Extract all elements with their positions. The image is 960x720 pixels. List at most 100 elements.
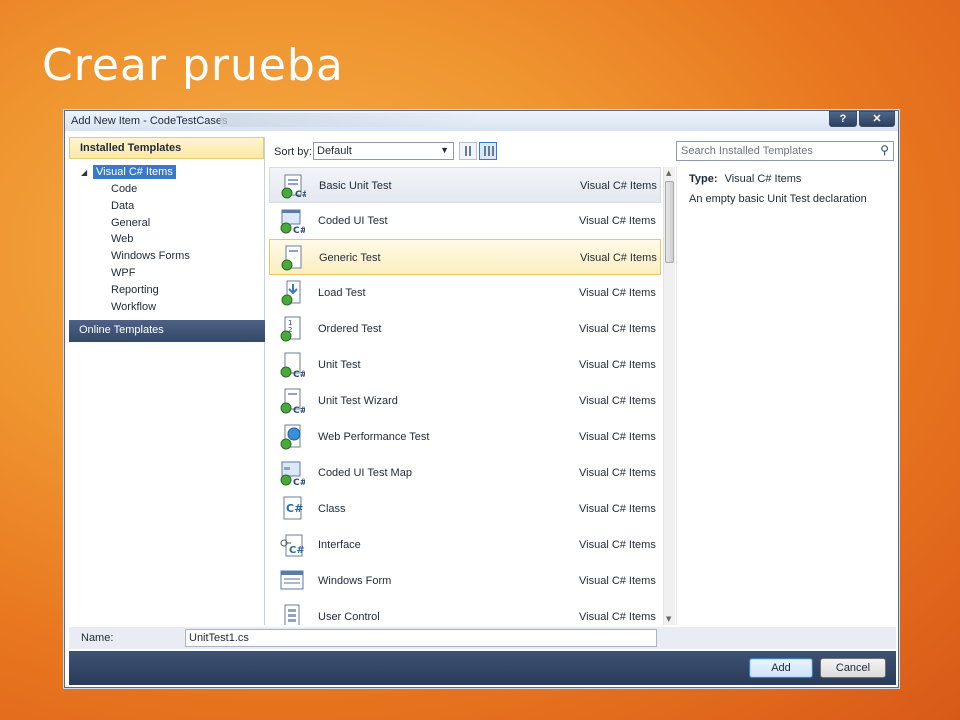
- search-icon[interactable]: ⚲: [880, 143, 889, 157]
- help-button[interactable]: ?: [829, 111, 857, 127]
- type-value: Visual C# Items: [724, 173, 802, 185]
- generic-test-icon: [280, 244, 306, 272]
- svg-text:C#: C#: [293, 478, 305, 487]
- sort-by-label: Sort by:: [274, 146, 312, 158]
- template-category: Visual C# Items: [580, 252, 657, 264]
- template-name: Interface: [318, 539, 361, 551]
- tree-item-data[interactable]: Data: [69, 198, 264, 215]
- close-button[interactable]: ✕: [859, 111, 895, 127]
- template-name: Windows Form: [318, 575, 392, 587]
- svg-text:C#: C#: [289, 545, 305, 556]
- template-name: Load Test: [318, 287, 366, 299]
- form-icon: [279, 567, 305, 595]
- add-button[interactable]: Add: [749, 658, 813, 678]
- template-list-scrollbar[interactable]: ▲ ▼: [663, 167, 675, 625]
- online-templates-header[interactable]: Online Templates: [69, 320, 265, 342]
- category-tree: ◢ Visual C# Items Code Data General Web …: [69, 159, 264, 315]
- template-name: Web Performance Test: [318, 431, 430, 443]
- tree-item-general[interactable]: General: [69, 215, 264, 232]
- template-category: Visual C# Items: [579, 431, 656, 443]
- template-item[interactable]: C# Coded UI Test Visual C# Items: [269, 203, 661, 239]
- tree-root-label[interactable]: Visual C# Items: [93, 165, 176, 179]
- svg-text:C#: C#: [293, 226, 305, 235]
- svg-text:C#: C#: [293, 406, 305, 415]
- template-item[interactable]: C# Coded UI Test Map Visual C# Items: [269, 455, 661, 491]
- template-description: An empty basic Unit Test declaration: [689, 193, 867, 205]
- dropdown-caret-icon: ▼: [440, 145, 449, 155]
- collapse-arrow-icon[interactable]: ◢: [81, 168, 87, 177]
- load-test-icon: [279, 279, 305, 307]
- template-category: Visual C# Items: [579, 575, 656, 587]
- dialog-footer: Add Cancel: [69, 651, 896, 685]
- template-name: Unit Test: [318, 359, 361, 371]
- ui-map-icon: C#: [279, 459, 307, 488]
- installed-templates-header[interactable]: Installed Templates: [69, 137, 264, 159]
- scroll-down-icon[interactable]: ▼: [666, 615, 671, 623]
- unit-test-icon: C#: [279, 351, 307, 380]
- template-list: C# Basic Unit Test Visual C# Items C# Coded …: [269, 167, 661, 625]
- tree-item-web[interactable]: Web: [69, 231, 264, 248]
- template-name: Class: [318, 503, 346, 515]
- web-test-icon: [279, 423, 305, 451]
- scroll-up-icon[interactable]: ▲: [666, 169, 671, 177]
- sort-by-value: Default: [317, 145, 352, 157]
- template-name: Coded UI Test Map: [318, 467, 412, 479]
- details-view-button[interactable]: [479, 142, 497, 160]
- template-item[interactable]: Load Test Visual C# Items: [269, 275, 661, 311]
- template-name: Unit Test Wizard: [318, 395, 398, 407]
- dialog-titlebar: Add New Item - CodeTestCases ? ✕: [65, 111, 898, 131]
- svg-text:C#: C#: [293, 370, 305, 379]
- class-icon: C#: [279, 495, 305, 523]
- test-icon: C#: [280, 172, 309, 200]
- dialog-title: Add New Item - CodeTestCases: [71, 115, 228, 127]
- template-item[interactable]: C# Class Visual C# Items: [269, 491, 661, 527]
- template-item[interactable]: Web Performance Test Visual C# Items: [269, 419, 661, 455]
- template-categories-pane: Installed Templates ◢ Visual C# Items Co…: [69, 137, 265, 625]
- cancel-button[interactable]: Cancel: [820, 658, 886, 678]
- coded-ui-icon: C#: [279, 207, 307, 236]
- template-category: Visual C# Items: [579, 323, 656, 335]
- template-item[interactable]: 1 2 Ordered Test Visual C# Items: [269, 311, 661, 347]
- tree-item-wpf[interactable]: WPF: [69, 265, 264, 282]
- user-control-icon: [279, 603, 305, 625]
- template-name: Ordered Test: [318, 323, 382, 335]
- slide-title: Crear prueba: [42, 40, 344, 91]
- type-label: Type:: [689, 173, 718, 185]
- template-category: Visual C# Items: [579, 539, 656, 551]
- template-category: Visual C# Items: [579, 611, 656, 623]
- name-label: Name:: [81, 632, 114, 644]
- sort-by-select[interactable]: Default ▼: [313, 142, 454, 160]
- name-input[interactable]: UnitTest1.cs: [185, 629, 657, 647]
- template-category: Visual C# Items: [579, 467, 656, 479]
- tree-item-workflow[interactable]: Workflow: [69, 299, 264, 316]
- wizard-icon: C#: [279, 387, 307, 416]
- add-new-item-dialog: Add New Item - CodeTestCases ? ✕ Install…: [64, 110, 899, 688]
- template-item[interactable]: Generic Test Visual C# Items: [269, 239, 661, 275]
- template-type: Type: Visual C# Items: [689, 173, 801, 185]
- ordered-test-icon: 12: [279, 315, 305, 343]
- tree-root-visual-csharp[interactable]: ◢ Visual C# Items: [69, 165, 264, 181]
- titlebar-background-ghost: [220, 113, 480, 127]
- search-placeholder: Search Installed Templates: [681, 145, 813, 157]
- small-icons-view-button[interactable]: [459, 142, 477, 160]
- template-item[interactable]: Windows Form Visual C# Items: [269, 563, 661, 599]
- svg-text:C#: C#: [295, 190, 306, 200]
- name-row: Name: UnitTest1.cs: [69, 627, 896, 649]
- search-installed-templates-input[interactable]: Search Installed Templates ⚲: [676, 141, 894, 161]
- template-category: Visual C# Items: [579, 215, 656, 227]
- tree-item-reporting[interactable]: Reporting: [69, 282, 264, 299]
- template-category: Visual C# Items: [579, 503, 656, 515]
- template-name: Generic Test: [319, 252, 381, 264]
- template-category: Visual C# Items: [579, 359, 656, 371]
- tree-item-windows-forms[interactable]: Windows Forms: [69, 248, 264, 265]
- template-item[interactable]: User Control Visual C# Items: [269, 599, 661, 625]
- template-name: User Control: [318, 611, 380, 623]
- template-category: Visual C# Items: [579, 395, 656, 407]
- scroll-thumb[interactable]: [665, 181, 674, 263]
- template-item[interactable]: C# Basic Unit Test Visual C# Items: [269, 167, 661, 203]
- template-item[interactable]: C# Interface Visual C# Items: [269, 527, 661, 563]
- template-item[interactable]: C# Unit Test Visual C# Items: [269, 347, 661, 383]
- template-name: Basic Unit Test: [319, 180, 392, 192]
- tree-item-code[interactable]: Code: [69, 181, 264, 198]
- template-item[interactable]: C# Unit Test Wizard Visual C# Items: [269, 383, 661, 419]
